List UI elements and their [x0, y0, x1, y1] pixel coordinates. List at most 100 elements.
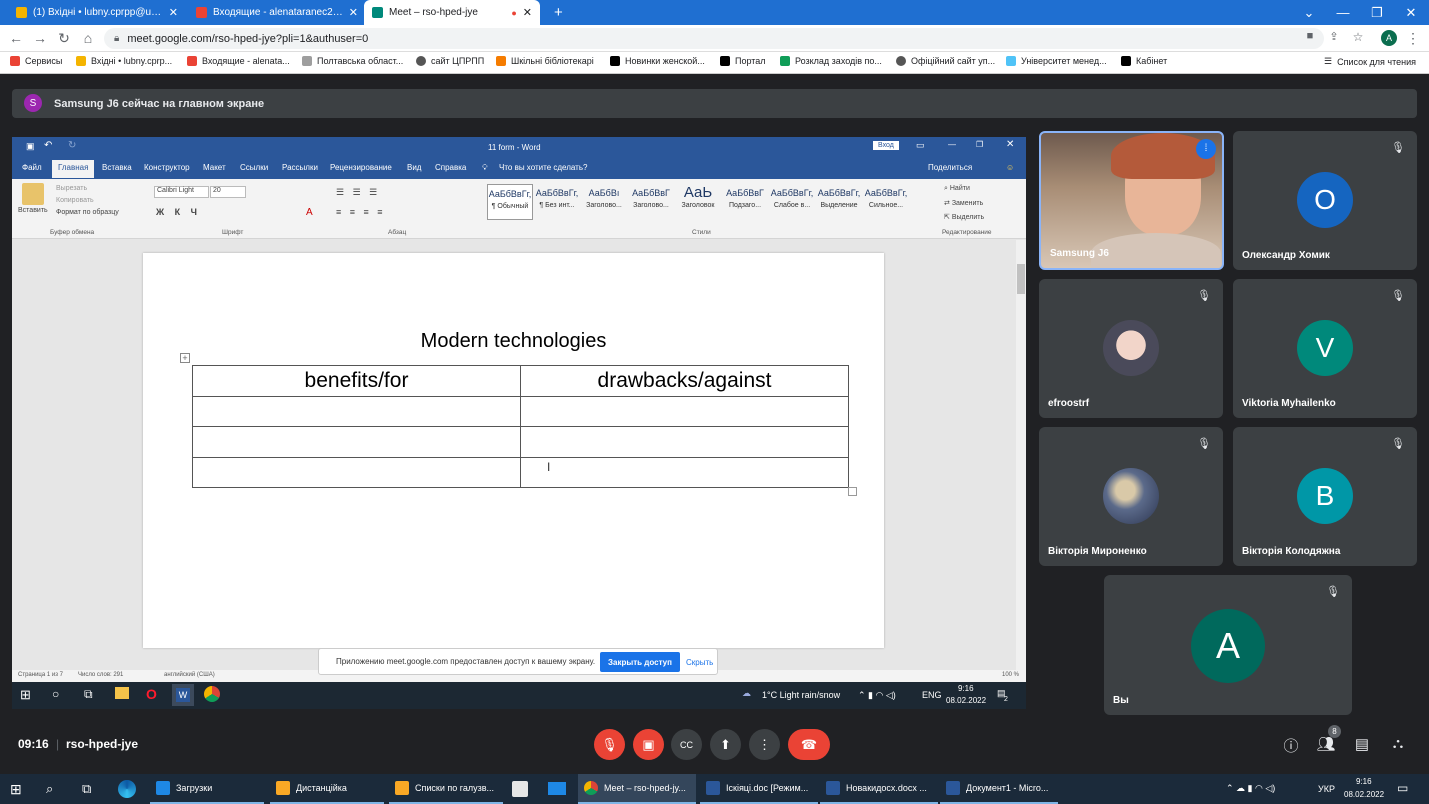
menu-design[interactable]: Конструктор — [144, 163, 190, 172]
ribbon-options-icon[interactable]: ▭ — [916, 140, 925, 151]
style-item[interactable]: АаБбВвГг, ¶ Без инт... — [534, 184, 580, 220]
taskbar-item[interactable]: Новакидосх.docx ... — [820, 774, 938, 804]
participant-tile[interactable]: 🎙︎ Вікторія Мироненко — [1039, 427, 1223, 566]
bookmark-item[interactable]: Портал — [720, 56, 766, 66]
browser-tab-meet[interactable]: Meet – rso-hped-jye ● ✕ — [364, 0, 540, 25]
activities-icon[interactable]: ⛬ — [1388, 735, 1408, 755]
align-icons[interactable]: ≡ ≡ ≡ ≡ — [336, 207, 386, 217]
store-icon[interactable] — [512, 781, 528, 797]
style-item[interactable]: АаБбВвГ Заголово... — [628, 184, 674, 220]
cut-button[interactable]: Вырезать — [56, 185, 87, 192]
style-item[interactable]: АаБбВвГг, Сильное... — [863, 184, 909, 220]
participant-tile[interactable]: 🎙︎ efroostrf — [1039, 279, 1223, 418]
bold-italic-underline-icons[interactable]: Ж К Ч — [156, 207, 201, 217]
language-indicator[interactable]: УКР — [1318, 784, 1335, 794]
taskbar-item[interactable]: Іскіяці.doc [Режим... — [700, 774, 818, 804]
share-button[interactable]: Поделиться — [928, 163, 972, 172]
replace-button[interactable]: ⇄ Заменить — [944, 199, 983, 207]
profile-avatar[interactable]: A — [1381, 30, 1397, 46]
leave-call-button[interactable]: ☎ — [788, 729, 830, 760]
share-icon[interactable]: ⇪ — [1326, 30, 1342, 43]
participant-tile[interactable]: 🎙︎ O Олександр Хомик — [1233, 131, 1417, 270]
hide-notice-button[interactable]: Скрыть — [686, 652, 714, 672]
taskbar-item[interactable]: Дистанційка — [270, 774, 384, 804]
tray-icons[interactable]: ⌃ ☁ ▮ ◠ ◁) — [1226, 783, 1275, 794]
stop-sharing-button[interactable]: Закрыть доступ — [600, 652, 680, 672]
table-cell[interactable] — [520, 395, 849, 427]
paste-icon[interactable] — [22, 183, 44, 205]
bookmark-item[interactable]: Новинки женской... — [610, 56, 705, 66]
windows-start-icon[interactable]: ⊞ — [10, 781, 22, 798]
chat-icon[interactable]: ▤ — [1352, 735, 1372, 755]
people-icon[interactable]: 👥︎ — [1316, 735, 1336, 755]
menu-home[interactable]: Главная — [52, 160, 95, 178]
table-header-cell[interactable]: drawbacks/against — [520, 365, 849, 397]
close-icon[interactable]: ✕ — [169, 6, 178, 19]
mic-toggle-button[interactable]: 🎙︎ — [594, 729, 625, 760]
menu-help[interactable]: Справка — [435, 163, 466, 172]
menu-layout[interactable]: Макет — [203, 163, 226, 172]
bookmark-item[interactable]: Університет менед... — [1006, 56, 1107, 66]
smiley-icon[interactable]: ☺ — [1006, 163, 1014, 172]
mail-icon[interactable] — [548, 782, 566, 795]
bookmark-item[interactable]: Кабінет — [1121, 56, 1167, 66]
menu-kebab-icon[interactable]: ⋮ — [1405, 30, 1421, 47]
font-color-icon[interactable]: A — [306, 207, 313, 218]
taskbar-item[interactable]: Списки по галузв... — [389, 774, 503, 804]
forward-icon[interactable]: → — [32, 30, 48, 46]
minimize-icon[interactable]: — — [948, 140, 956, 149]
bookmark-item[interactable]: сайт ЦПРПП — [416, 56, 484, 66]
menu-view[interactable]: Вид — [407, 163, 421, 172]
captions-button[interactable]: CC — [671, 729, 702, 760]
restore-icon[interactable]: ❐ — [976, 140, 983, 149]
list-icons[interactable]: ☰ ☰ ☰ — [336, 187, 380, 198]
format-painter-button[interactable]: Формат по образцу — [56, 209, 119, 216]
close-icon[interactable]: ✕ — [1006, 139, 1014, 150]
browser-tab-mail-ukr[interactable]: (1) Вхідні • lubny.cprpp@ukr.net ✕ — [8, 0, 186, 25]
table-cell[interactable] — [192, 395, 521, 427]
participant-tile-video[interactable]: ⁞ Samsung J6 — [1039, 131, 1224, 270]
meeting-details-icon[interactable]: ⓘ — [1281, 735, 1301, 755]
reload-icon[interactable]: ↻ — [56, 30, 72, 47]
task-view-icon[interactable]: ⧉ — [82, 781, 91, 797]
find-button[interactable]: ⌕ Найти — [944, 185, 970, 193]
self-tile[interactable]: 🎙︎ A Вы — [1104, 575, 1352, 715]
more-options-button[interactable]: ⋮ — [749, 729, 780, 760]
bookmark-item[interactable]: Шкільні бібліотекарі — [496, 56, 594, 66]
scrollbar-thumb[interactable] — [1017, 264, 1025, 294]
bookmark-item[interactable]: Розклад заходів по... — [780, 56, 882, 66]
bookmark-item[interactable]: Вхідні • lubny.cprp... — [76, 56, 172, 66]
camera-toggle-button[interactable]: ▣ — [633, 729, 664, 760]
bookmark-item[interactable]: Полтавська област... — [302, 56, 403, 66]
bookmark-item[interactable]: Офіційний сайт уп... — [896, 56, 995, 66]
style-item[interactable]: АаБбВı Заголово... — [581, 184, 627, 220]
redo-icon[interactable]: ↻ — [68, 140, 76, 151]
table-header-cell[interactable]: benefits/for — [192, 365, 521, 397]
notification-center-icon[interactable]: ▭ — [1397, 781, 1408, 795]
star-icon[interactable]: ☆ — [1350, 30, 1366, 44]
style-item[interactable]: АаБбВвГг, Слабое в... — [769, 184, 815, 220]
select-button[interactable]: ⇱ Выделить — [944, 213, 984, 221]
tab-search-icon[interactable]: ⌄ — [1292, 0, 1326, 25]
participant-tile[interactable]: 🎙︎ V Viktoria Myhailenko — [1233, 279, 1417, 418]
clock-date[interactable]: 08.02.2022 — [1344, 790, 1384, 799]
table-move-handle-icon[interactable]: + — [180, 353, 190, 363]
menu-file[interactable]: Файл — [22, 163, 42, 172]
taskbar-item-active[interactable]: Meet – rso-hped-jy... — [578, 774, 696, 804]
font-size-select[interactable]: 20 — [210, 186, 246, 198]
camera-icon[interactable]: ■ — [1302, 30, 1318, 42]
table-cell[interactable] — [192, 426, 521, 458]
taskbar-item[interactable]: Загрузки — [150, 774, 264, 804]
reading-list[interactable]: ☰ Список для чтения — [1324, 56, 1416, 67]
bookmark-item[interactable]: Входящие - alenata... — [187, 56, 290, 66]
menu-insert[interactable]: Вставка — [102, 163, 132, 172]
back-icon[interactable]: ← — [8, 30, 24, 46]
table-cell[interactable] — [192, 456, 521, 488]
address-bar[interactable]: 🔒︎ meet.google.com/rso-hped-jye?pli=1&au… — [104, 28, 1324, 49]
present-button[interactable]: ⬆ — [710, 729, 741, 760]
table-resize-handle-icon[interactable] — [848, 487, 857, 496]
font-name-select[interactable]: Calibri Light — [154, 186, 209, 198]
copy-button[interactable]: Копировать — [56, 197, 94, 204]
zoom-level[interactable]: 100 % — [1002, 672, 1019, 678]
document-title[interactable]: Modern technologies — [143, 330, 884, 353]
